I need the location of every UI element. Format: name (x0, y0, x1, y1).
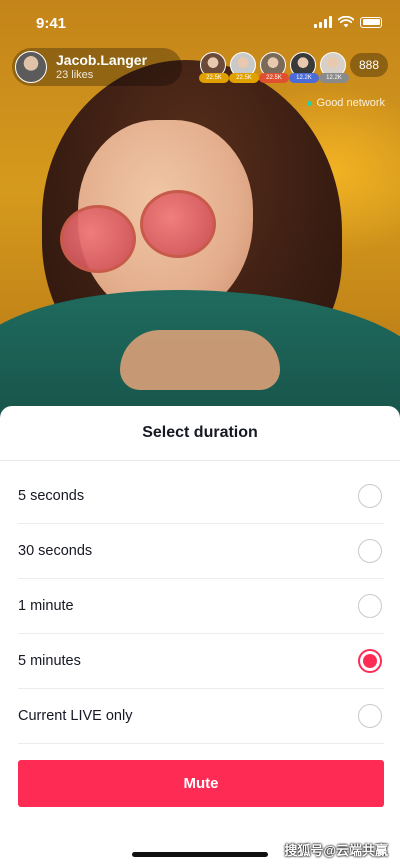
host-likes: 23 likes (56, 69, 94, 81)
viewer-gift-badge: 22.5K (258, 73, 289, 83)
viewer-avatar[interactable]: 22.5K (228, 52, 259, 83)
cellular-signal-icon (314, 16, 332, 28)
host-avatar[interactable] (15, 51, 47, 83)
network-status: Good network (306, 97, 385, 109)
top-viewers: 22.5K 22.5K 22.5K 12.2K 12.2K 888 (198, 52, 388, 83)
viewer-avatar[interactable]: 12.2K (318, 52, 349, 83)
status-bar: 9:41 (0, 0, 400, 48)
viewer-gift-badge: 12.2K (318, 73, 349, 83)
option-label: 5 seconds (18, 488, 85, 504)
duration-option-current-live-only[interactable]: Current LIVE only (18, 689, 384, 744)
radio-button[interactable] (358, 594, 382, 618)
sunglasses-left-lens (60, 205, 136, 273)
viewer-gift-badge: 22.5K (228, 73, 259, 83)
sunglasses-right-lens (140, 190, 216, 258)
duration-option-1-minute[interactable]: 1 minute (18, 579, 384, 634)
viewer-avatar[interactable]: 22.5K (258, 52, 289, 83)
host-name: Jacob.Langer (56, 52, 148, 68)
radio-button[interactable] (358, 539, 382, 563)
host-info-pill[interactable]: Jacob.Langer 23 likes (12, 48, 182, 86)
radio-button[interactable] (358, 484, 382, 508)
option-label: 5 minutes (18, 653, 81, 669)
radio-button[interactable] (358, 704, 382, 728)
watermark-text: 搜狐号@云端共赢 (284, 843, 388, 858)
network-status-label: Good network (316, 97, 385, 109)
battery-icon (360, 16, 382, 28)
sheet-title: Select duration (0, 406, 400, 461)
wifi-icon (338, 16, 354, 28)
duration-option-30-seconds[interactable]: 30 seconds (18, 524, 384, 579)
mute-button[interactable]: Mute (18, 760, 384, 807)
duration-option-5-minutes[interactable]: 5 minutes (18, 634, 384, 689)
network-status-dot-icon (306, 100, 312, 106)
streamer-hand-shape (120, 330, 280, 390)
option-label: Current LIVE only (18, 708, 133, 724)
status-time: 9:41 (36, 15, 67, 32)
viewer-gift-badge: 22.5K (198, 73, 229, 83)
home-indicator[interactable] (132, 852, 268, 857)
viewer-avatar[interactable]: 22.5K (198, 52, 229, 83)
option-label: 30 seconds (18, 543, 93, 559)
duration-option-5-seconds[interactable]: 5 seconds (18, 469, 384, 524)
viewer-avatar[interactable]: 12.2K (288, 52, 319, 83)
status-icons (314, 16, 382, 28)
option-label: 1 minute (18, 598, 74, 614)
select-duration-sheet: Select duration 5 seconds 30 seconds 1 m… (0, 406, 400, 865)
radio-button[interactable] (358, 649, 382, 673)
viewer-gift-badge: 12.2K (288, 73, 319, 83)
viewer-count[interactable]: 888 (349, 53, 388, 77)
